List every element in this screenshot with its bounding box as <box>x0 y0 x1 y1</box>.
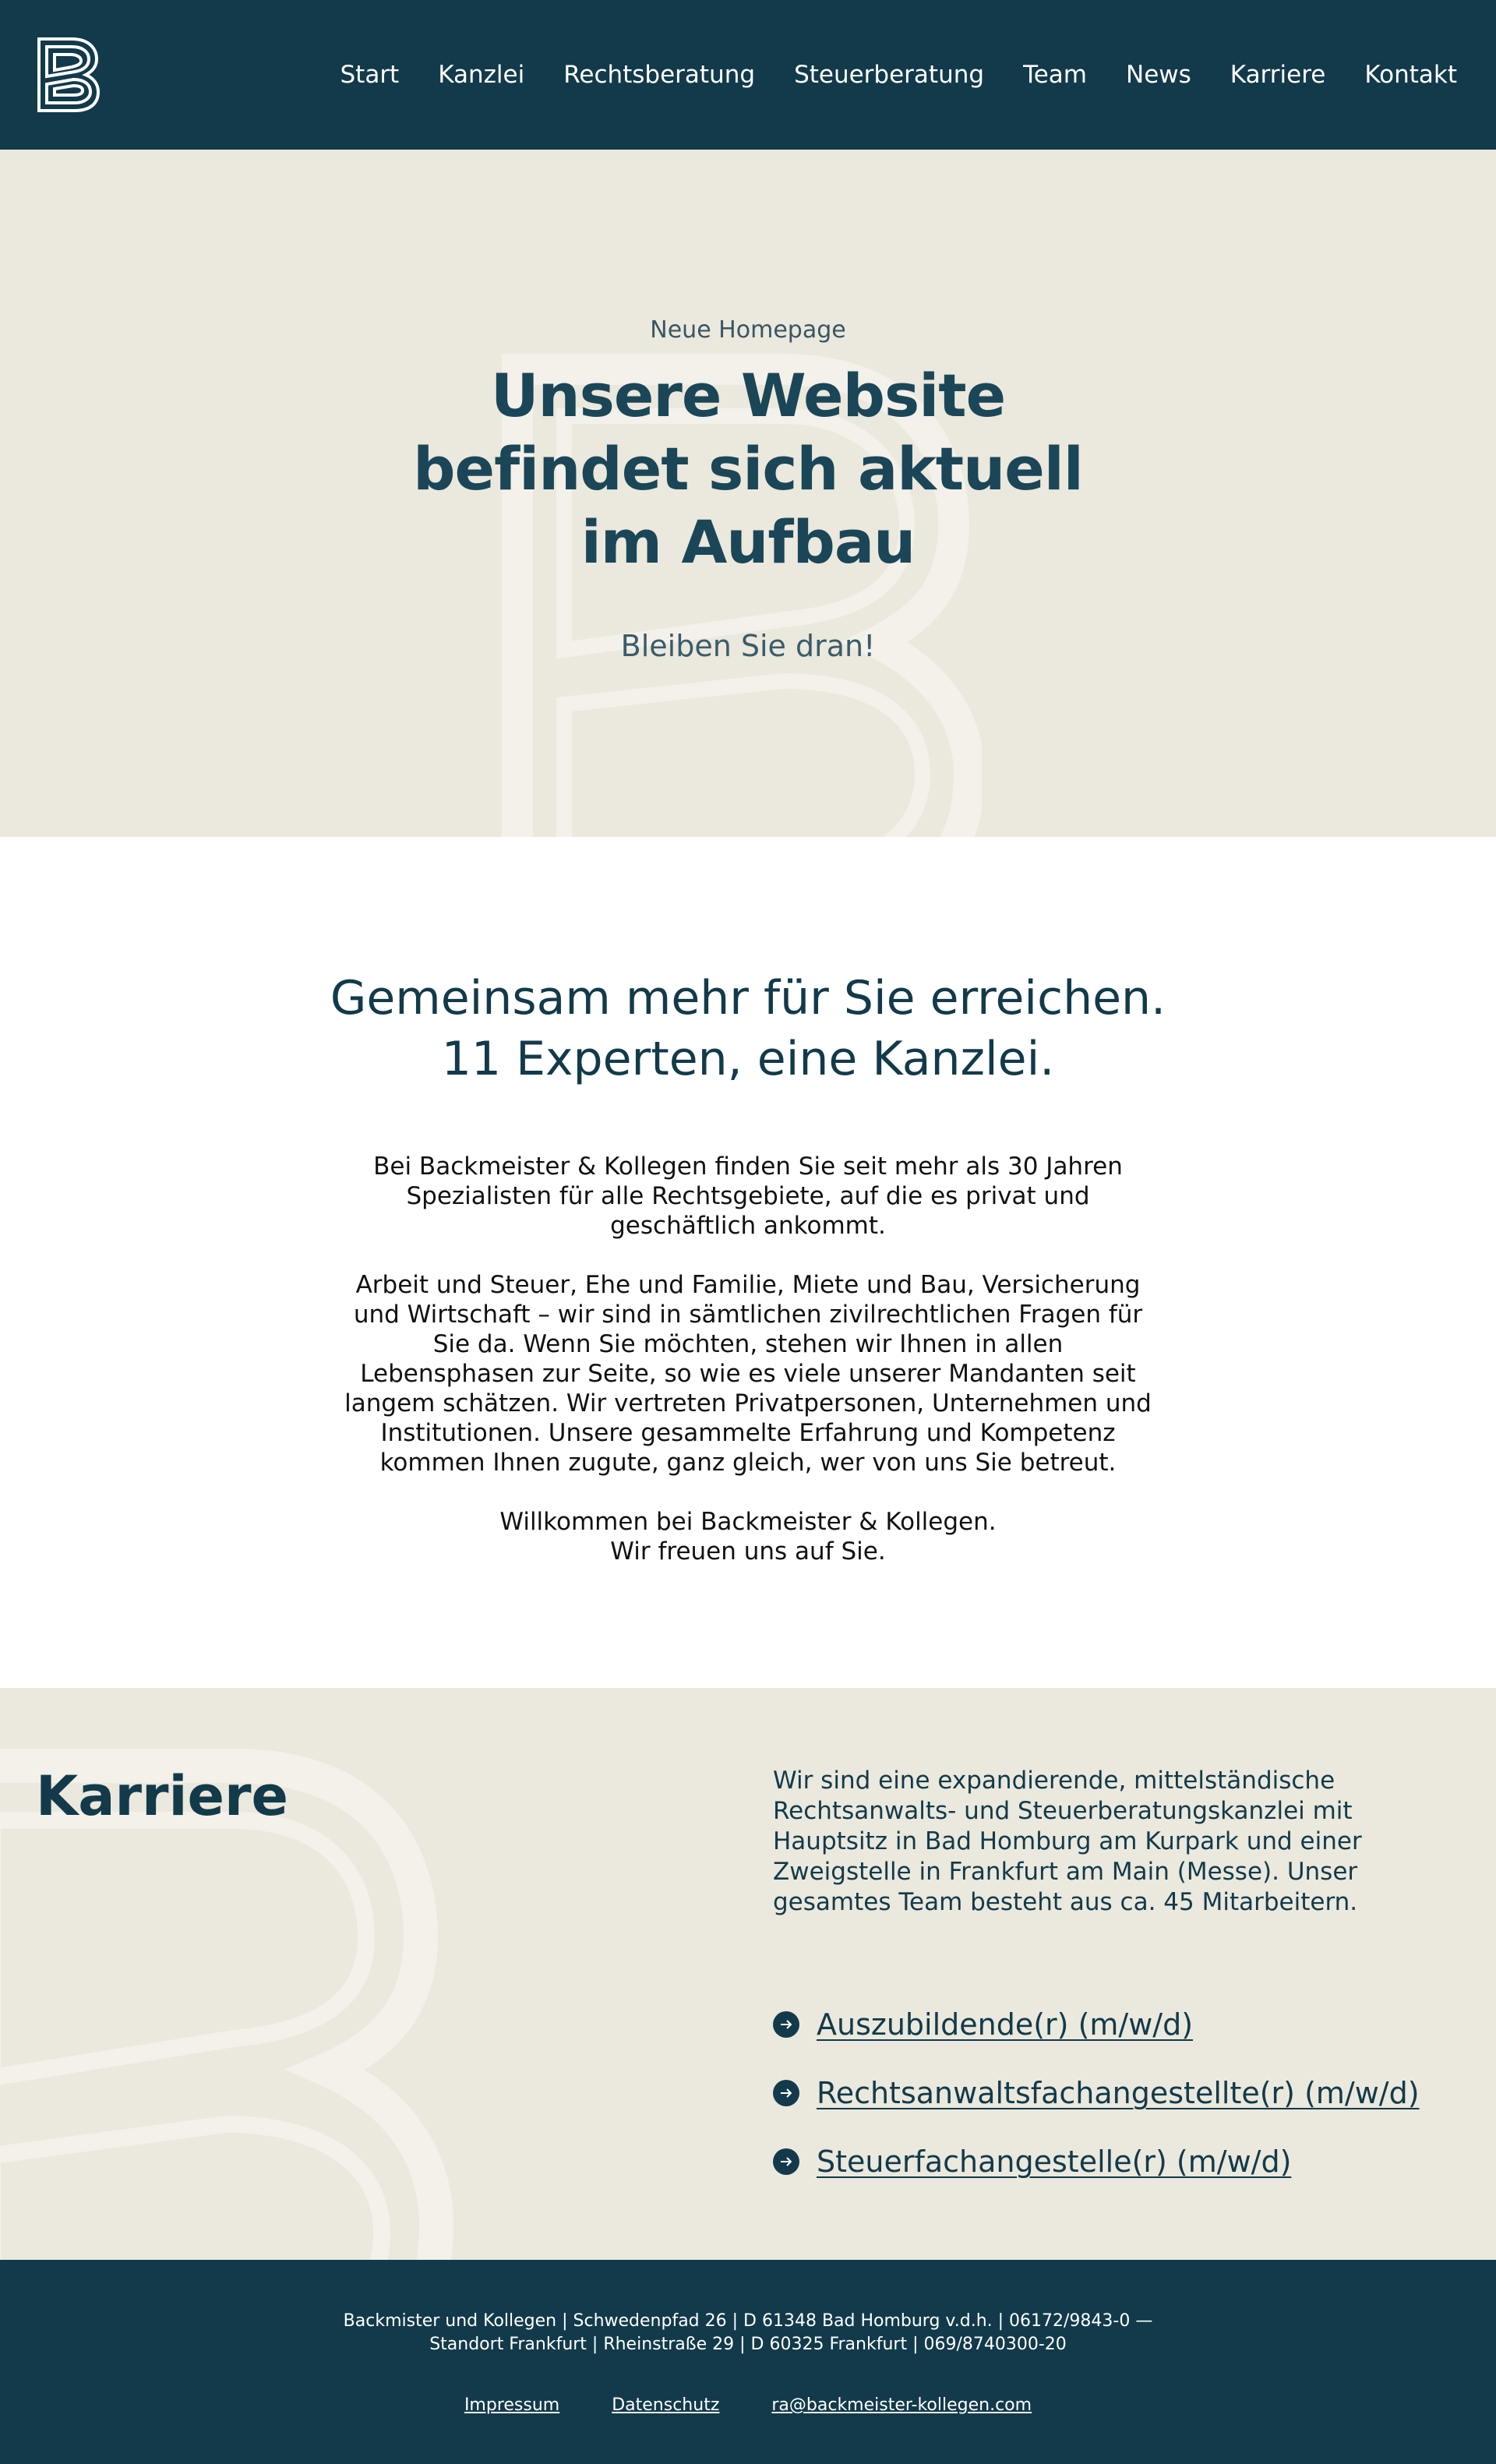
intro-heading-line-1: Gemeinsam mehr für Sie erreichen. <box>330 971 1166 1025</box>
intro-section: Gemeinsam mehr für Sie erreichen. 11 Exp… <box>0 837 1496 1688</box>
footer-links: Impressum Datenschutz ra@backmeister-kol… <box>0 2395 1496 2415</box>
karriere-title: Karriere <box>36 1764 288 1828</box>
nav-start[interactable]: Start <box>340 61 399 89</box>
footer-address-line-2: Standort Frankfurt | Rheinstraße 29 | D … <box>429 2335 1067 2354</box>
job-link-steuerfachangestelle[interactable]: Steuerfachangestelle(r) (m/w/d) <box>773 2145 1420 2179</box>
nav-team[interactable]: Team <box>1023 61 1087 89</box>
footer-address: Backmister und Kollegen | Schwedenpfad 2… <box>0 2310 1496 2356</box>
job-link-label: Rechtsanwaltsfachangestellte(r) (m/w/d) <box>817 2076 1420 2110</box>
hero-section: Neue Homepage Unsere Website befindet si… <box>0 150 1496 837</box>
intro-heading: Gemeinsam mehr für Sie erreichen. 11 Exp… <box>0 968 1496 1089</box>
site-footer: Backmister und Kollegen | Schwedenpfad 2… <box>0 2260 1496 2464</box>
main-nav: Start Kanzlei Rechtsberatung Steuerberat… <box>340 61 1457 89</box>
job-link-label: Auszubildende(r) (m/w/d) <box>817 2007 1194 2042</box>
footer-address-line-1: Backmister und Kollegen | Schwedenpfad 2… <box>343 2311 1153 2331</box>
arrow-right-icon <box>773 2011 799 2038</box>
arrow-right-icon <box>773 2080 799 2106</box>
nav-karriere[interactable]: Karriere <box>1230 61 1326 89</box>
karriere-description: Wir sind eine expandierende, mittelständ… <box>773 1767 1362 1916</box>
job-list: Auszubildende(r) (m/w/d) Rechtsanwaltsfa… <box>773 2007 1420 2213</box>
hero-title-line-2: befindet sich aktuell <box>413 434 1084 503</box>
hero-title: Unsere Website befindet sich aktuell im … <box>397 359 1099 579</box>
intro-closing-line-2: Wir freuen uns auf Sie. <box>610 1537 886 1566</box>
nav-steuerberatung[interactable]: Steuerberatung <box>794 61 984 89</box>
hero-kicker: Neue Homepage <box>650 316 846 344</box>
nav-rechtsberatung[interactable]: Rechtsberatung <box>563 61 755 89</box>
nav-kontakt[interactable]: Kontakt <box>1364 61 1457 89</box>
job-link-rechtsanwaltsfachangestellte[interactable]: Rechtsanwaltsfachangestellte(r) (m/w/d) <box>773 2076 1420 2110</box>
arrow-right-icon <box>773 2148 799 2175</box>
karriere-section: Karriere Wir sind eine expandierende, mi… <box>0 1688 1496 2260</box>
b-logo-icon[interactable] <box>36 36 101 114</box>
intro-closing: Willkommen bei Backmeister & Kollegen. W… <box>343 1507 1153 1566</box>
intro-paragraph: Bei Backmeister & Kollegen finden Sie se… <box>373 1153 1123 1240</box>
datenschutz-link[interactable]: Datenschutz <box>612 2395 719 2415</box>
intro-heading-line-2: 11 Experten, eine Kanzlei. <box>441 1032 1055 1086</box>
intro-paragraph: Arbeit und Steuer, Ehe und Familie, Miet… <box>344 1271 1152 1477</box>
intro-closing-line-1: Willkommen bei Backmeister & Kollegen. <box>499 1508 997 1536</box>
intro-text: Bei Backmeister & Kollegen finden Sie se… <box>343 1152 1153 1566</box>
nav-kanzlei[interactable]: Kanzlei <box>438 61 524 89</box>
job-link-label: Steuerfachangestelle(r) (m/w/d) <box>817 2145 1292 2179</box>
nav-news[interactable]: News <box>1126 61 1191 89</box>
impressum-link[interactable]: Impressum <box>464 2395 559 2415</box>
job-link-auszubildende[interactable]: Auszubildende(r) (m/w/d) <box>773 2007 1420 2042</box>
hero-title-line-1: Unsere Website <box>490 361 1006 430</box>
email-link[interactable]: ra@backmeister-kollegen.com <box>771 2395 1032 2415</box>
hero-subtitle: Bleiben Sie dran! <box>620 629 876 663</box>
hero-title-line-3: im Aufbau <box>580 507 916 577</box>
site-header: Start Kanzlei Rechtsberatung Steuerberat… <box>0 0 1496 150</box>
